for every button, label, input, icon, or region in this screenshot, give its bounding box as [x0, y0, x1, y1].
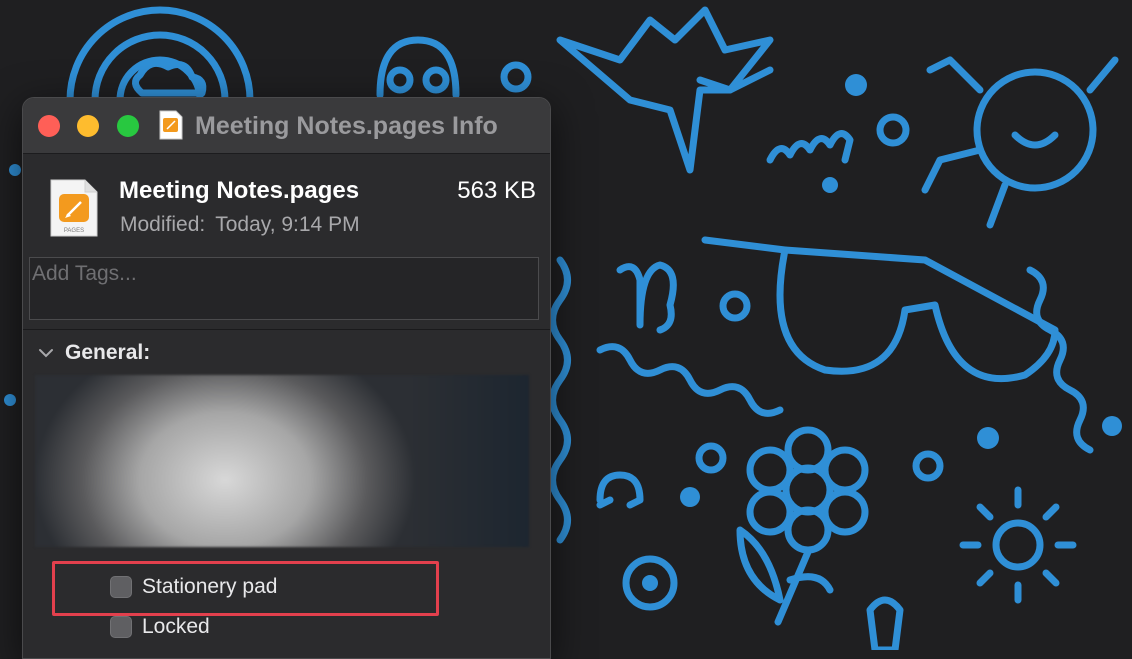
title-bar[interactable]: Meeting Notes.pages Info — [23, 98, 550, 154]
file-name: Meeting Notes.pages — [119, 177, 360, 204]
window-title: Meeting Notes.pages Info — [195, 112, 498, 140]
file-preview — [35, 375, 529, 547]
tags-field[interactable] — [29, 257, 539, 320]
locked-option[interactable]: Locked — [110, 615, 210, 639]
tags-input[interactable] — [30, 258, 538, 290]
general-section-toggle[interactable]: General: — [37, 338, 150, 368]
file-size: 563 KB — [457, 177, 536, 204]
pages-file-icon: PAGES — [50, 179, 98, 237]
minimize-button[interactable] — [77, 115, 99, 137]
zoom-button[interactable] — [117, 115, 139, 137]
file-header: PAGES Meeting Notes.pages 563 KB Modifie… — [23, 154, 550, 251]
section-divider — [23, 329, 550, 330]
general-section-title: General: — [65, 341, 151, 364]
locked-label[interactable]: Locked — [142, 615, 210, 639]
close-button[interactable] — [38, 115, 60, 137]
modified-label: Modified: — [120, 213, 206, 236]
modified-value: Today, 9:14 PM — [215, 213, 360, 236]
pages-document-icon — [159, 110, 183, 140]
get-info-window: Meeting Notes.pages Info PAGES Meeting N… — [22, 97, 551, 659]
locked-checkbox[interactable] — [110, 616, 132, 638]
stationery-pad-option[interactable]: Stationery pad — [110, 575, 277, 599]
chevron-down-icon — [39, 349, 53, 358]
stationery-pad-label[interactable]: Stationery pad — [142, 575, 277, 599]
modified-info: Modified: Today, 9:14 PM — [120, 213, 360, 237]
svg-text:PAGES: PAGES — [64, 228, 84, 234]
stationery-pad-checkbox[interactable] — [110, 576, 132, 598]
